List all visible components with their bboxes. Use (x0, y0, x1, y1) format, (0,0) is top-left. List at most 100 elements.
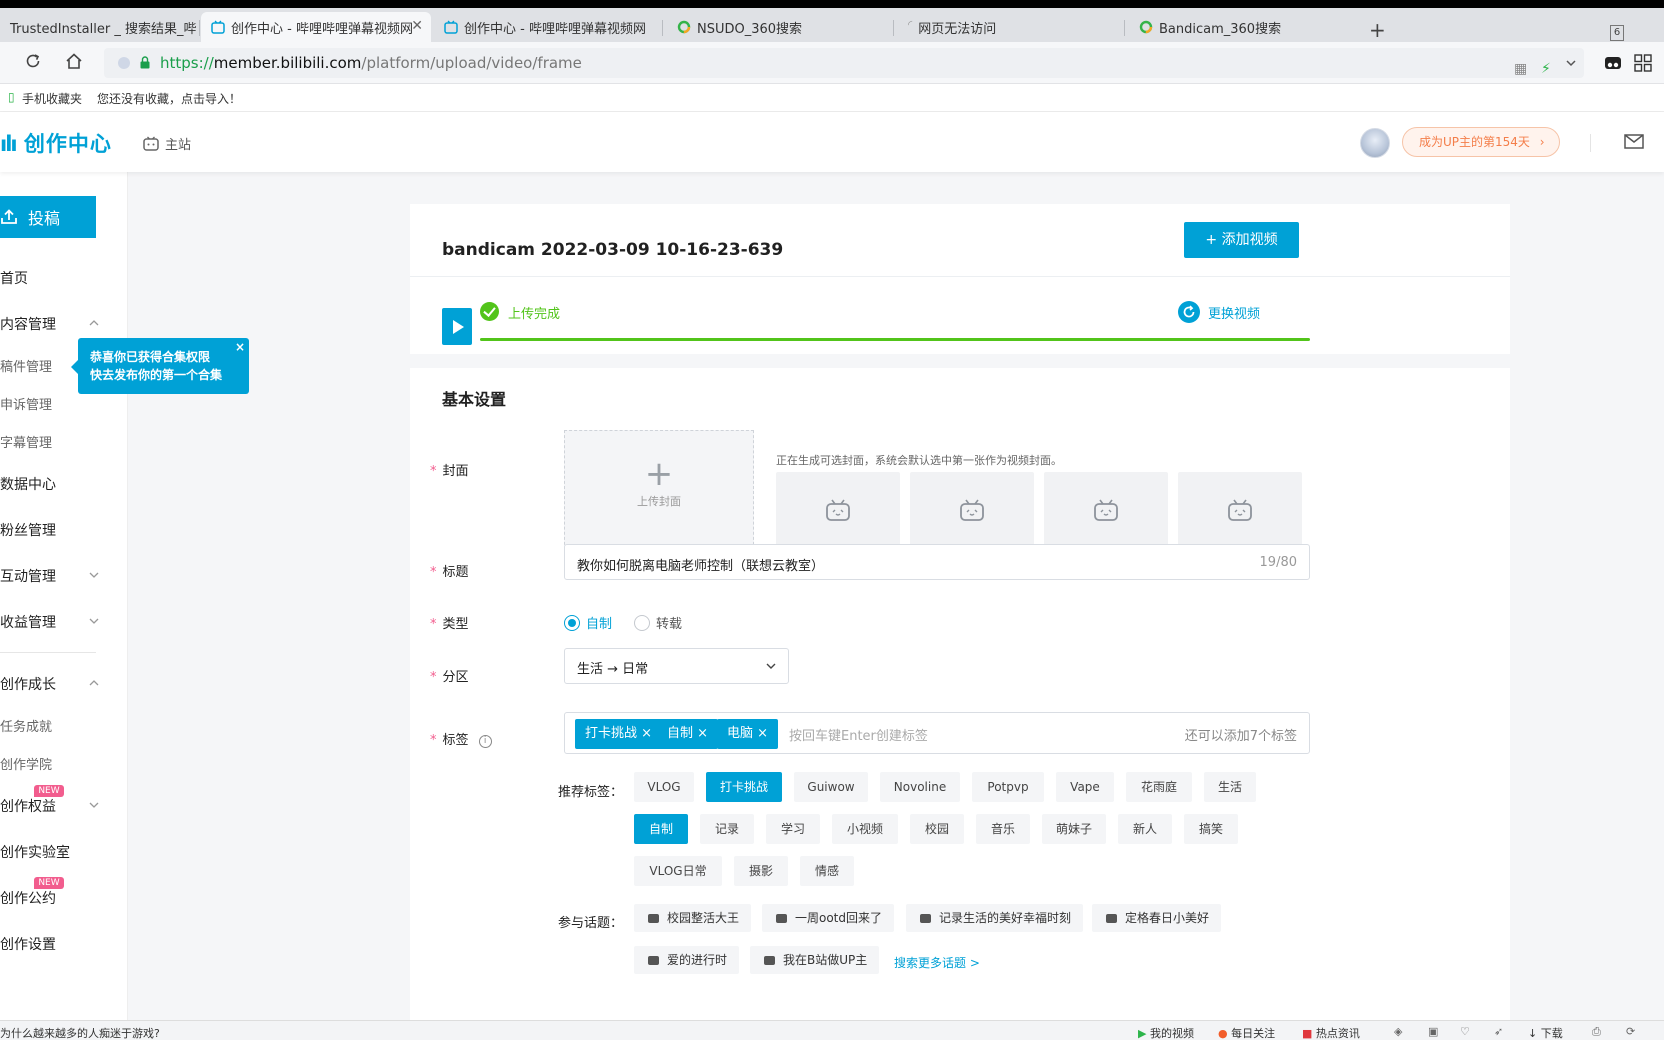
apps-grid-icon[interactable] (1634, 54, 1652, 76)
home-icon[interactable] (65, 52, 83, 75)
tag-chip[interactable]: 电脑 × (717, 719, 779, 749)
sidebar-item-manuscripts[interactable]: 稿件管理 (0, 356, 52, 375)
topic-chip[interactable]: 一周ootd回来了 (762, 904, 895, 932)
cover-thumbnail[interactable] (776, 472, 900, 550)
chevron-down-icon[interactable] (89, 800, 99, 810)
tag-chip[interactable]: 自制 × (657, 719, 719, 749)
cover-thumbnail[interactable] (1044, 472, 1168, 550)
rec-tag[interactable]: 校园 (910, 814, 964, 844)
rocket-icon[interactable]: ➶ (1494, 1025, 1503, 1038)
rec-tag[interactable]: 生活 (1204, 772, 1256, 802)
rec-tag[interactable]: 学习 (766, 814, 820, 844)
chevron-down-icon[interactable] (1565, 57, 1577, 73)
sidebar-item-fans[interactable]: 粉丝管理 (0, 520, 56, 540)
sidebar-item-home[interactable]: 首页 (0, 268, 28, 288)
tab-count-icon[interactable]: 6 (1610, 25, 1624, 41)
chevron-up-icon[interactable] (89, 678, 99, 688)
status-download[interactable]: ↓ 下载 (1528, 1025, 1563, 1041)
tab-creator-center-active[interactable]: 创作中心 - 哔哩哔哩弹幕视频网 ✕ (201, 12, 431, 42)
sidebar-item-subtitles[interactable]: 字幕管理 (0, 432, 52, 451)
creator-center-logo[interactable]: ılı 创作中心 (0, 128, 112, 158)
topic-chip[interactable]: 定格春日小美好 (1092, 904, 1222, 932)
sidebar-item-tasks[interactable]: 任务成就 (0, 716, 52, 735)
sidebar-item-interaction[interactable]: 互动管理 (0, 566, 56, 586)
heart-icon[interactable]: ♡ (1460, 1025, 1470, 1038)
tab-bandicam-search[interactable]: Bandicam_360搜索 (1129, 12, 1351, 42)
sidebar-item-settings[interactable]: 创作设置 (0, 934, 56, 954)
rec-tag[interactable]: VLOG日常 (634, 856, 722, 886)
rec-tag[interactable]: 萌妹子 (1042, 814, 1106, 844)
cover-thumbnail[interactable] (910, 472, 1034, 550)
bookmark-import-hint[interactable]: 您还没有收藏，点击导入！ (97, 90, 241, 107)
cover-thumbnail[interactable] (1178, 472, 1302, 550)
rec-tag[interactable]: 搞笑 (1184, 814, 1238, 844)
add-video-button[interactable]: + 添加视频 (1184, 222, 1299, 258)
status-my-video[interactable]: ▶ 我的视频 (1138, 1025, 1194, 1041)
rec-tag[interactable]: 音乐 (976, 814, 1030, 844)
chevron-down-icon[interactable] (89, 616, 99, 626)
chevron-down-icon[interactable] (89, 570, 99, 580)
sidebar-item-convention[interactable]: 创作公约 (0, 888, 56, 908)
zone-select[interactable]: 生活 → 日常 (564, 648, 789, 684)
mail-icon[interactable] (1624, 134, 1644, 149)
cover-upload-box[interactable]: + 上传封面 (564, 430, 754, 550)
tab-trustedinstaller[interactable]: TrustedInstaller _ 搜索结果_哔 (0, 12, 198, 42)
topic-chip[interactable]: 爱的进行时 (634, 946, 740, 974)
rec-tag[interactable]: 小视频 (832, 814, 898, 844)
chevron-up-icon[interactable] (89, 318, 99, 328)
title-input[interactable]: 教你如何脱离电脑老师控制（联想云教室） 19/80 (564, 544, 1310, 580)
sidebar-item-appeals[interactable]: 申诉管理 (0, 394, 52, 413)
rec-tag[interactable]: Potpvp (972, 772, 1044, 802)
close-icon[interactable]: × (641, 726, 652, 741)
rec-tag[interactable]: Novoline (880, 772, 960, 802)
close-tab-icon[interactable]: ✕ (411, 18, 423, 34)
rec-tag[interactable]: VLOG (634, 772, 694, 802)
rec-tag[interactable]: 自制 (634, 814, 688, 844)
sidebar-item-lab[interactable]: 创作实验室 (0, 842, 70, 862)
tag-chip[interactable]: 打卡挑战 × (575, 719, 663, 749)
image-icon[interactable]: ▣ (1428, 1025, 1438, 1038)
sidebar-item-data-center[interactable]: 数据中心 (0, 474, 56, 494)
tab-nsudo-search[interactable]: NSUDO_360搜索 (667, 12, 889, 42)
tab-page-unreachable[interactable]: ◜ 网页无法访问 (898, 12, 1120, 42)
qr-code-icon[interactable]: ▦ (1514, 61, 1527, 77)
new-tab-plus-icon[interactable]: + (1369, 18, 1386, 42)
rec-tag[interactable]: 打卡挑战 (706, 772, 782, 802)
info-icon[interactable]: i (478, 735, 492, 748)
sidebar-item-income[interactable]: 收益管理 (0, 612, 56, 632)
topic-chip[interactable]: 记录生活的美好幸福时刻 (906, 904, 1084, 932)
topic-chip[interactable]: 校园整活大王 (634, 904, 752, 932)
news-ticker[interactable]: 为什么越来越多的人痴迷于游戏? (0, 1025, 160, 1041)
search-more-topics-link[interactable]: 搜索更多话题 > (894, 954, 980, 971)
type-radio-repost[interactable]: 转载 (634, 613, 682, 632)
sidebar-item-rights[interactable]: 创作权益 (0, 796, 56, 816)
topic-chip[interactable]: 我在B站做UP主 (750, 946, 880, 974)
shield-icon[interactable]: ◈ (1394, 1025, 1402, 1038)
extension-icon[interactable] (1604, 54, 1622, 76)
bookmark-mobile-favorites[interactable]: 手机收藏夹 (22, 90, 82, 107)
tag-input[interactable]: 打卡挑战 × 自制 × 电脑 × 按回车键Enter创建标签 还可以添加7个标签 (564, 712, 1310, 754)
sidebar-item-academy[interactable]: 创作学院 (0, 754, 52, 773)
sidebar-item-content[interactable]: 内容管理 (0, 314, 56, 334)
close-icon[interactable]: × (697, 726, 708, 741)
up-days-badge[interactable]: 成为UP主的第154天 › (1402, 127, 1560, 157)
avatar[interactable] (1360, 128, 1390, 158)
post-button[interactable]: 投稿 (0, 196, 96, 238)
printer-icon[interactable]: ⎙ (1592, 1025, 1601, 1039)
tab-creator-center[interactable]: 创作中心 - 哔哩哔哩弹幕视频网 (434, 12, 656, 42)
status-daily-follow[interactable]: ● 每日关注 (1218, 1025, 1275, 1041)
rec-tag[interactable]: 摄影 (734, 856, 788, 886)
status-hot-news[interactable]: ■ 热点资讯 (1302, 1025, 1360, 1041)
rec-tag[interactable]: Vape (1056, 772, 1114, 802)
type-radio-original[interactable]: 自制 (564, 613, 612, 632)
url-field[interactable]: https://member.bilibili.com/platform/upl… (104, 48, 1584, 78)
replace-video-link[interactable]: 更换视频 (1178, 301, 1260, 323)
reload-icon[interactable] (24, 52, 42, 75)
rec-tag[interactable]: Guiwow (794, 772, 868, 802)
rec-tag[interactable]: 花雨庭 (1126, 772, 1192, 802)
speed-bolt-icon[interactable]: ⚡ (1541, 61, 1551, 77)
rec-tag[interactable]: 情感 (800, 856, 854, 886)
close-icon[interactable]: × (235, 338, 245, 356)
sidebar-item-growth[interactable]: 创作成长 (0, 674, 56, 694)
close-icon[interactable]: × (757, 726, 768, 741)
